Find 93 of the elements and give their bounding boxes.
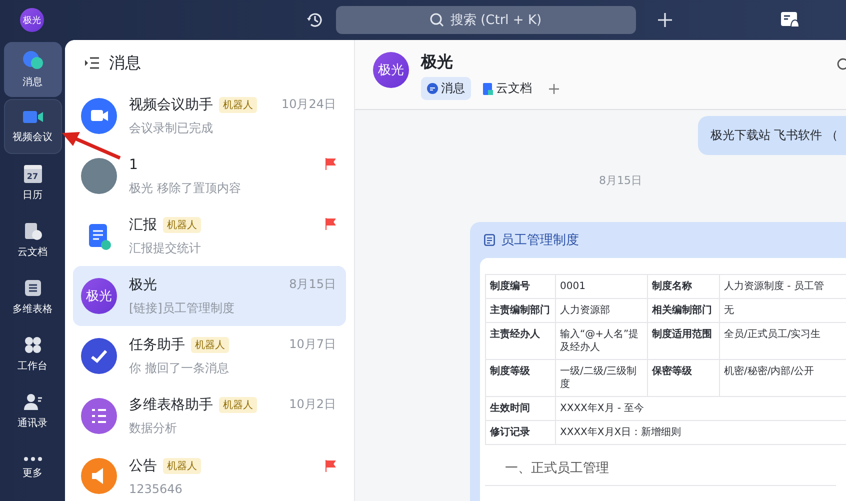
chat-title: 极光 (421, 52, 454, 73)
search-icon (430, 13, 444, 27)
chat-tab[interactable]: 云文档 (477, 77, 538, 100)
section-heading: 一、正式员工管理 (485, 445, 836, 486)
chat-time: 8月15日 (289, 276, 336, 293)
sidebar-item[interactable]: 工作台 (4, 327, 62, 382)
document-card[interactable]: 员工管理制度 制度编号 0001 制度名称 人力资源制度 - 员工管 主责编制部门 人力资源部 相关编制部门 无 主责经办人 输入“@+人名”提及经办人 制度适用范围 全员/正式员工/实习生 制度等级 一级/二级/三级制度 保密等级 机密/秘密/内部/公开 生效时间 XXXX年X月 - 至今 修订记录 XXXX年X月X日：新增细则 一、正式员工管理 (470, 222, 846, 501)
table-cell: 一级/二级/三级制度 (556, 360, 648, 396)
chat-name: 任务助手 (129, 336, 185, 354)
chat-preview: 会议录制已完成 (129, 120, 214, 136)
chat-time: 10月2日 (289, 396, 336, 413)
document-icon (484, 234, 495, 246)
bell-card-icon[interactable] (780, 11, 800, 29)
chat-preview: 极光 移除了置顶内容 (129, 180, 242, 197)
search-field[interactable]: 搜索 (Ctrl + K) (336, 6, 636, 34)
calendar-icon: 27 (24, 165, 42, 183)
photo-placeholder (81, 158, 117, 194)
chat-bubbles-icon (22, 50, 44, 70)
table-cell: 人力资源制度 - 员工管 (720, 274, 846, 298)
table-icon (24, 279, 42, 297)
table-cell: 0001 (556, 274, 648, 298)
chat-bubble-icon (427, 83, 438, 94)
table-cell: 保密等级 (648, 360, 720, 396)
user-avatar[interactable]: 极光 (20, 8, 44, 32)
sidebar-item[interactable]: 多维表格 (4, 270, 62, 325)
table-cell: 生效时间 (486, 396, 556, 420)
sidebar-item[interactable]: 云文档 (4, 213, 62, 268)
table-cell: 相关编制部门 (648, 298, 720, 322)
chat-name: 公告 (129, 457, 157, 475)
chat-preview: 1235646 (129, 482, 184, 496)
chat-preview: [链接]员工管理制度 (129, 300, 236, 316)
four-dots-grid-icon (24, 336, 42, 354)
plus-icon[interactable] (658, 13, 672, 27)
table-cell: 人力资源部 (556, 298, 648, 322)
chat-preview: 你 撤回了一条消息 (129, 360, 230, 376)
collapse-list-icon[interactable] (85, 57, 99, 69)
date-divider: 8月15日 (599, 173, 642, 188)
video-camera-icon (22, 109, 44, 125)
video-camera-avatar-icon (81, 98, 117, 134)
sidebar-item[interactable]: 更多 (4, 441, 62, 496)
chat-name: 极光 (129, 276, 157, 294)
chat-list-item[interactable]: 公告 机器人 1235646 (73, 446, 346, 501)
history-clock-icon[interactable] (306, 11, 324, 29)
chat-list-item[interactable]: 极光 极光 8月15日 [链接]员工管理制度 (73, 266, 346, 326)
sidebar-item[interactable]: 27 日历 (4, 156, 62, 211)
sidebar-item[interactable]: 通讯录 (4, 384, 62, 439)
flag-icon (325, 460, 336, 472)
chat-name: 汇报 (129, 216, 157, 234)
robot-tag: 机器人 (163, 216, 201, 232)
chat-name: 多维表格助手 (129, 396, 213, 414)
document-icon (483, 82, 493, 94)
chat-list-item[interactable]: 汇报 机器人 汇报提交统计 (73, 206, 346, 266)
chat-list-item[interactable]: 1 极光 移除了置顶内容 (73, 146, 346, 206)
chat-preview: 数据分析 (129, 420, 178, 436)
chat-name: 视频会议助手 (129, 96, 213, 114)
robot-tag: 机器人 (219, 96, 257, 112)
more-dots-icon (24, 457, 42, 461)
chat-tab[interactable]: 消息 (421, 77, 471, 100)
speaker-avatar-icon (81, 458, 117, 494)
checkmark-avatar-icon (81, 338, 117, 374)
robot-tag: 机器人 (219, 396, 257, 412)
flag-icon (325, 158, 336, 170)
table-cell: 修订记录 (486, 420, 556, 444)
robot-tag: 机器人 (163, 458, 201, 474)
list-avatar-icon (81, 398, 117, 434)
message-bubble: 极光下载站 飞书软件 （ (698, 116, 846, 155)
document-cloud-icon (24, 222, 42, 240)
search-icon[interactable] (836, 58, 846, 72)
chat-time: 10月24日 (281, 96, 336, 113)
list-title: 消息 (109, 52, 141, 74)
user-avatar: 极光 (81, 278, 117, 314)
person-icon (24, 393, 42, 411)
table-cell: 主责经办人 (486, 322, 556, 360)
search-placeholder: 搜索 (Ctrl + K) (450, 12, 542, 29)
table-cell: 制度适用范围 (648, 322, 720, 360)
card-title: 员工管理制度 (501, 232, 579, 249)
table-cell: 输入“@+人名”提及经办人 (556, 322, 648, 360)
flag-icon (325, 218, 336, 230)
chat-time: 10月7日 (289, 336, 336, 353)
chat-list-item[interactable]: 任务助手 机器人 10月7日 你 撤回了一条消息 (73, 326, 346, 386)
robot-tag: 机器人 (191, 336, 229, 352)
sidebar-item[interactable]: 消息 (4, 42, 62, 97)
chat-preview: 汇报提交统计 (129, 240, 202, 257)
table-cell: 制度编号 (486, 274, 556, 298)
chat-name: 1 (129, 156, 138, 172)
plus-icon (549, 84, 559, 94)
chat-avatar: 极光 (373, 52, 409, 88)
table-cell: 制度等级 (486, 360, 556, 396)
chat-list-item[interactable]: 多维表格助手 机器人 10月2日 数据分析 (73, 386, 346, 446)
sidebar-item[interactable]: 视频会议 (4, 99, 62, 154)
chat-list-item[interactable]: 视频会议助手 机器人 10月24日 会议录制已完成 (73, 86, 346, 146)
table-cell: 制度名称 (648, 274, 720, 298)
table-cell: 主责编制部门 (486, 298, 556, 322)
